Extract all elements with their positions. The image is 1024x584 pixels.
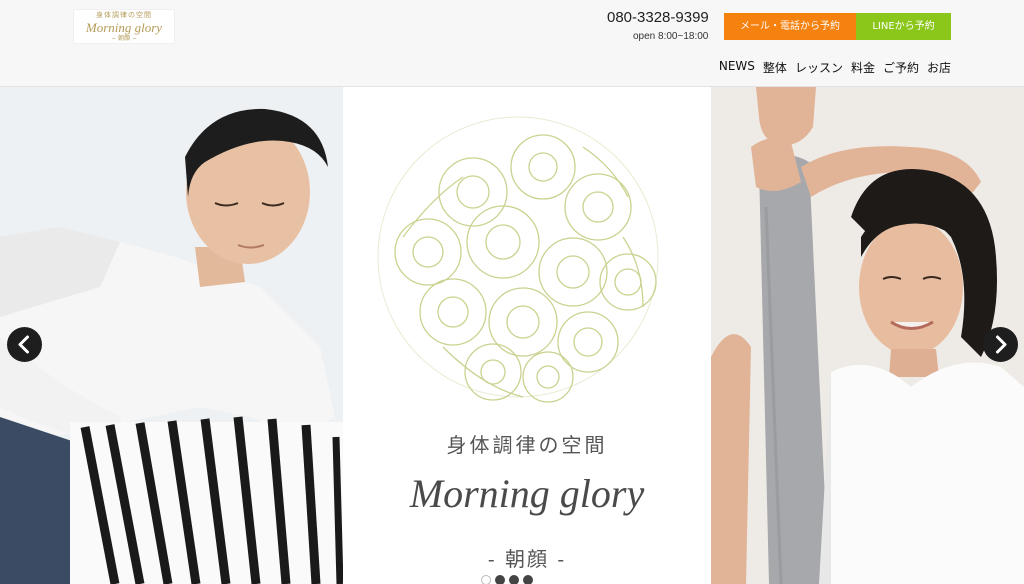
chevron-left-icon [18,335,29,354]
hero-slider: 身体調律の空間 Morning glory - 朝顔 - [0,87,1024,584]
hero-photo-stretching [711,87,1024,584]
hero-logo-panel: 身体調律の空間 Morning glory - 朝顔 - [343,87,711,584]
line-reservation-button[interactable]: LINEから予約 [856,13,951,40]
chevron-right-icon [996,335,1007,354]
nav-item-price[interactable]: 料金 [851,59,875,76]
hero-title-en: Morning glory [409,471,645,516]
slider-pagination [481,575,533,584]
hero-title-jp: 身体調律の空間 [446,433,608,457]
slider-dot-3[interactable] [509,575,519,584]
nav-item-shop[interactable]: お店 [927,59,951,76]
logo-line-3: − 朝顔 − [111,35,137,42]
site-logo[interactable]: 身体調律の空間 Morning glory − 朝顔 − [73,9,175,44]
main-nav: NEWS 整体 レッスン 料金 ご予約 お店 [719,59,951,76]
nav-item-seitai[interactable]: 整体 [763,59,787,76]
mail-phone-reservation-button[interactable]: メール・電話から予約 [724,13,856,40]
slider-dot-2[interactable] [495,575,505,584]
phone-number[interactable]: 080-3328-9399 [607,9,709,26]
hero-subtitle: - 朝顔 - [487,547,567,571]
slider-next-button[interactable] [983,327,1018,362]
slider-prev-button[interactable] [7,327,42,362]
slider-dot-1[interactable] [481,575,491,584]
opening-hours: open 8:00~18:00 [633,31,709,42]
slider-dot-4[interactable] [523,575,533,584]
nav-item-reservation[interactable]: ご予約 [883,59,919,76]
hero-photo-bodywork [0,87,343,584]
logo-line-2: Morning glory [85,20,163,35]
nav-item-lesson[interactable]: レッスン [795,59,843,76]
nav-item-news[interactable]: NEWS [719,59,755,76]
site-header: 身体調律の空間 Morning glory − 朝顔 − 080-3328-93… [0,0,1024,87]
logo-line-1: 身体調律の空間 [96,11,152,19]
